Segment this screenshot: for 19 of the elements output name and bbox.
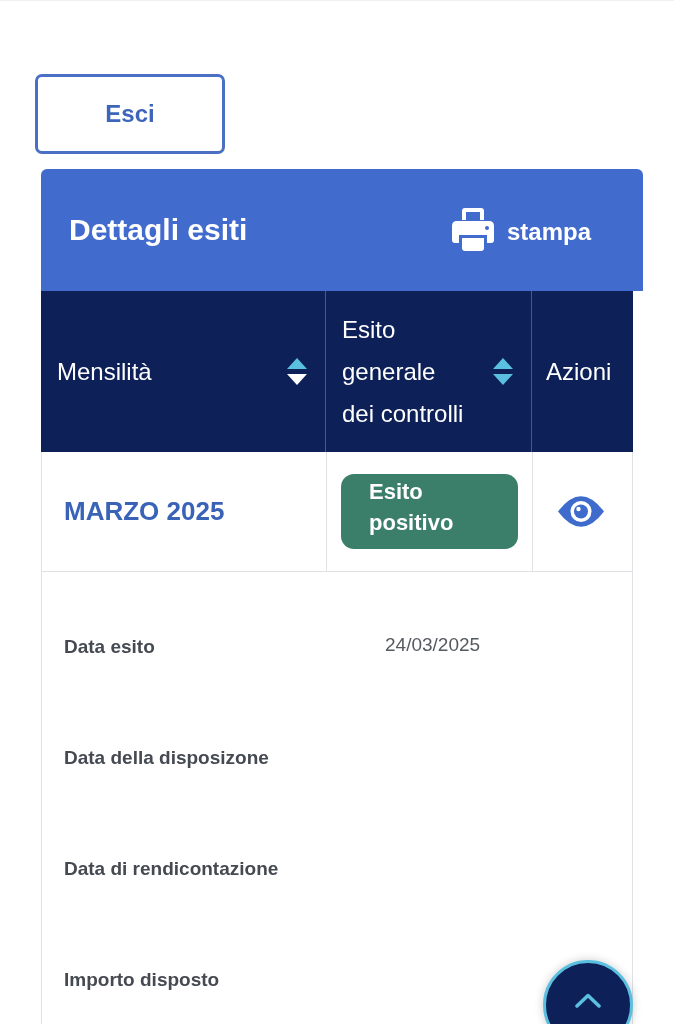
- status-badge: Esito positivo: [341, 474, 518, 549]
- detail-label: Data esito: [64, 635, 156, 658]
- eye-icon[interactable]: [557, 495, 604, 528]
- chevron-up-icon: [575, 993, 601, 1008]
- detail-label: Data della disposizone: [64, 746, 270, 769]
- column-header[interactable]: Esito generale dei controlli: [342, 308, 469, 435]
- month-label: MARZO 2025: [64, 496, 225, 527]
- detail-label: Data di rendicontazione: [64, 857, 280, 880]
- detail-label: Importo disposto: [64, 968, 221, 991]
- sort-icon[interactable]: [287, 358, 307, 385]
- exit-button[interactable]: Esci: [35, 74, 225, 154]
- scroll-top-button[interactable]: [543, 960, 633, 1024]
- printer-icon: [451, 207, 494, 251]
- print-button[interactable]: stampa: [451, 213, 591, 251]
- detail-value: 24/03/2025: [385, 633, 482, 656]
- column-header: Azioni: [546, 356, 612, 387]
- panel-title: Dettagli esiti: [69, 213, 248, 247]
- sort-icon[interactable]: [493, 358, 513, 385]
- column-header[interactable]: Mensilità: [57, 350, 152, 393]
